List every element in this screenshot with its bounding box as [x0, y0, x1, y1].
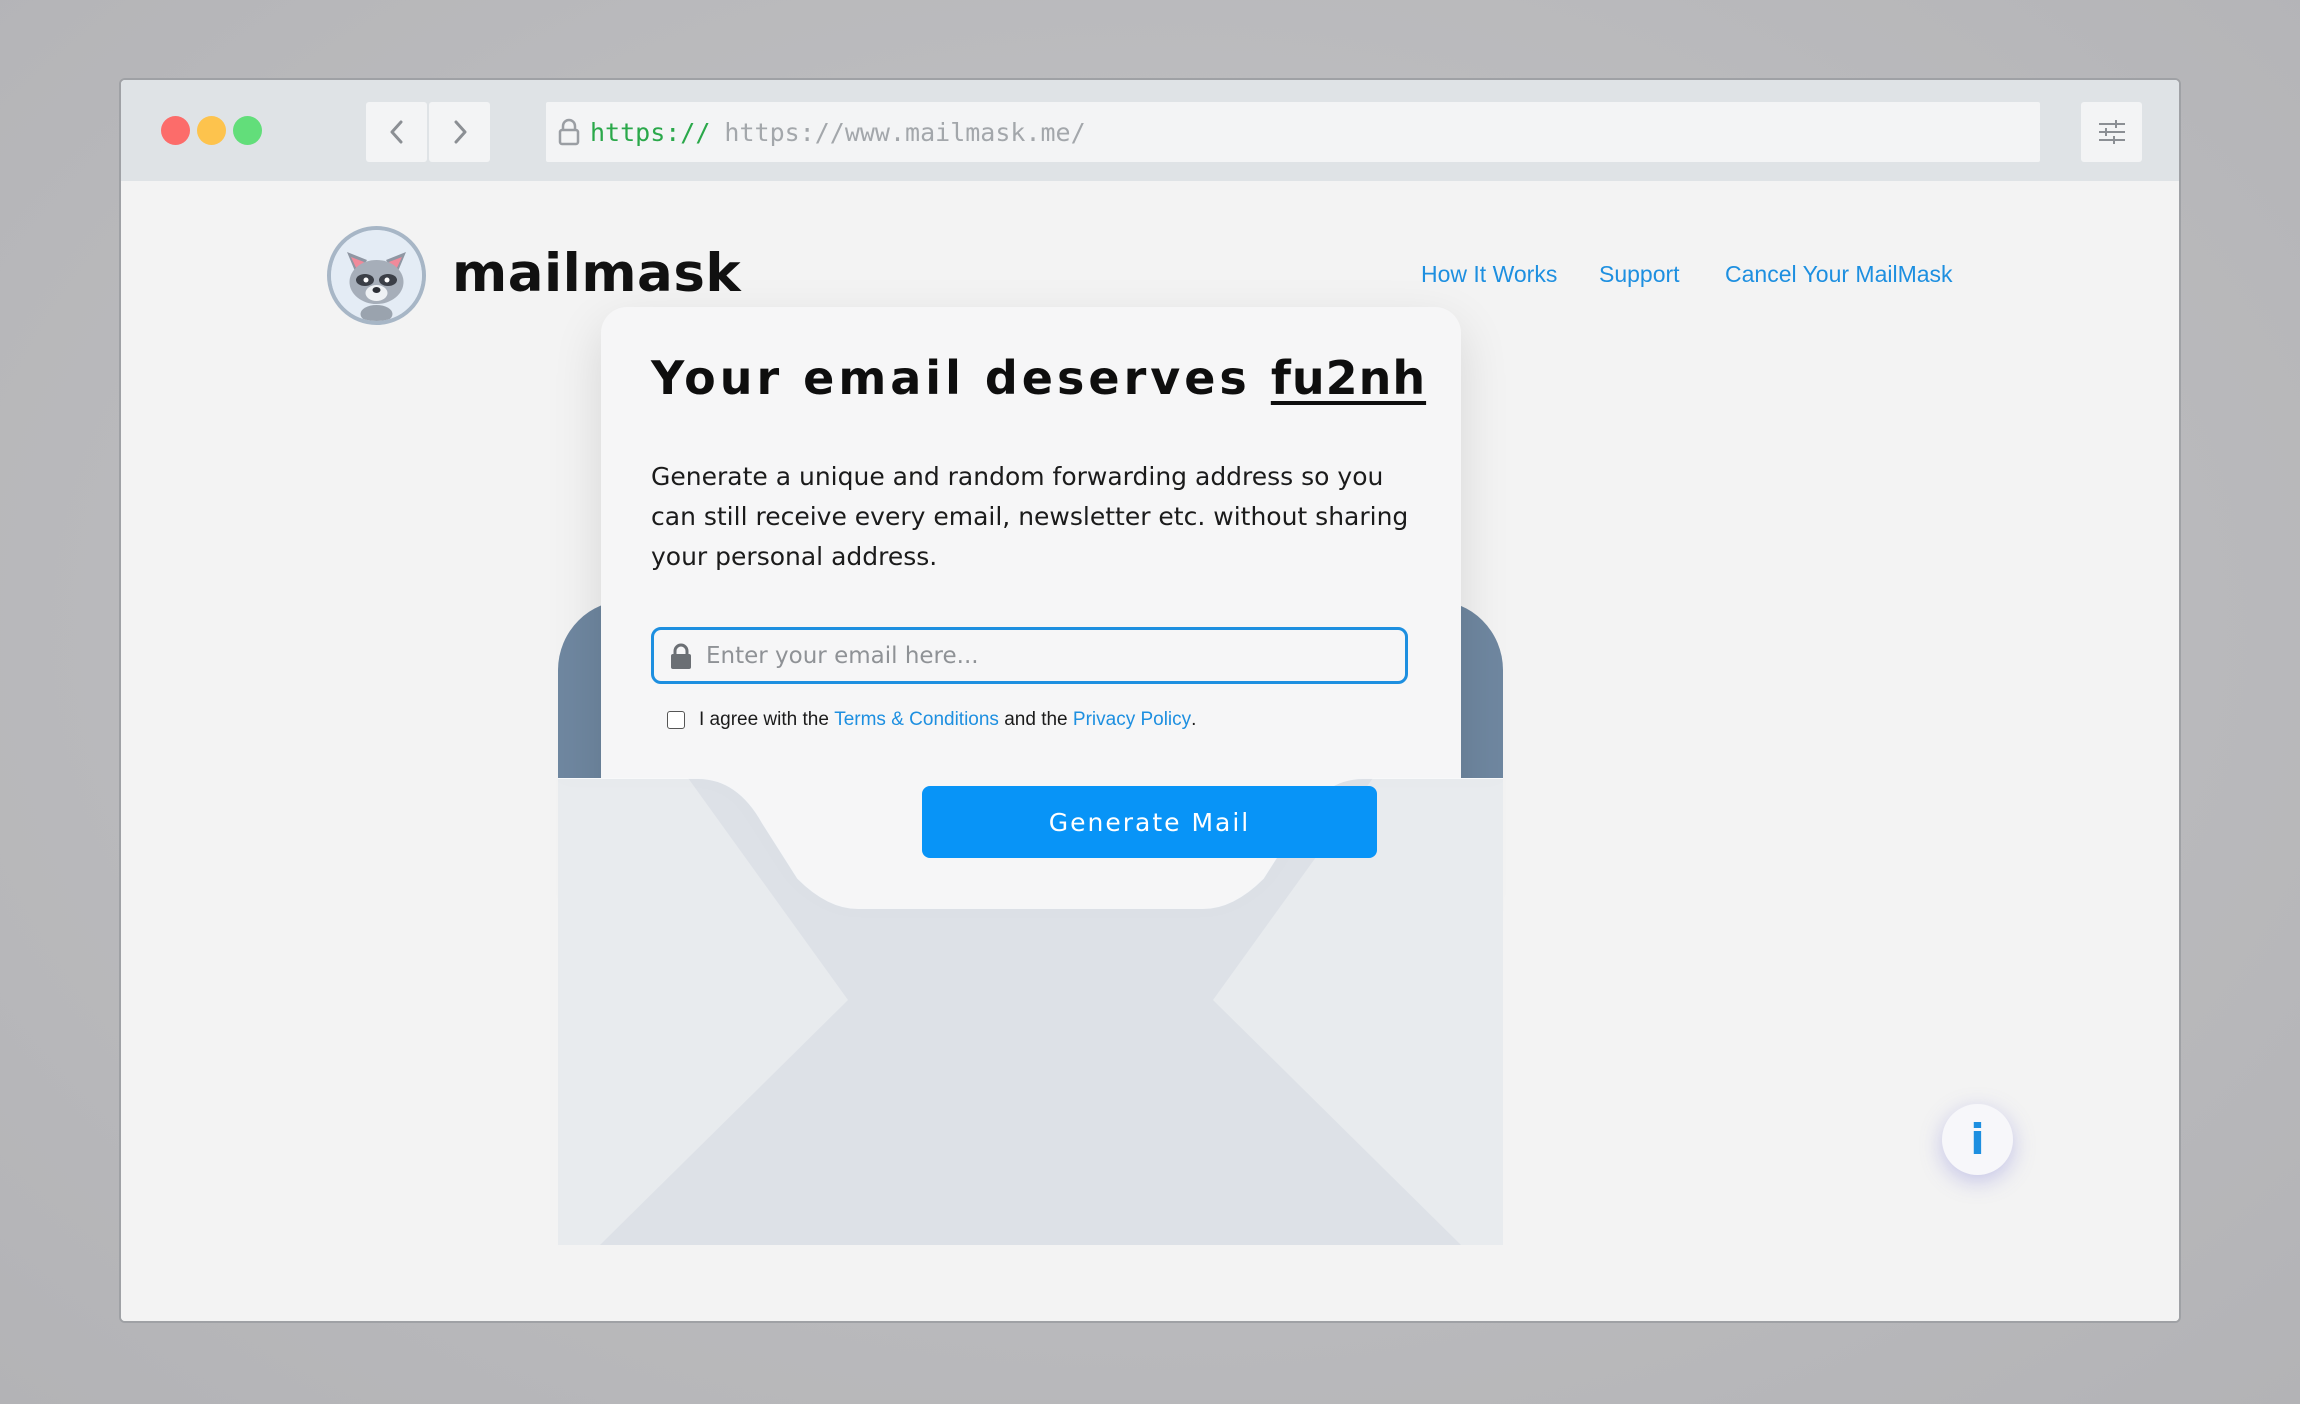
browser-toolbar: https:// https://www.mailmask.me/ — [121, 80, 2179, 181]
agree-suffix: . — [1191, 709, 1197, 730]
email-field[interactable] — [651, 627, 1408, 684]
address-bar[interactable]: https:// https://www.mailmask.me/ — [546, 102, 2040, 162]
nav-support[interactable]: Support — [1599, 261, 1680, 288]
lock-icon — [558, 118, 580, 146]
nav-cancel-mailmask[interactable]: Cancel Your MailMask — [1725, 261, 1953, 288]
close-window-button[interactable] — [161, 116, 190, 145]
chevron-left-icon — [390, 120, 402, 144]
agree-middle: and the — [1004, 709, 1068, 730]
back-button[interactable] — [366, 102, 427, 162]
brand-name[interactable]: mailmask — [452, 243, 741, 304]
agree-prefix: I agree with the — [699, 709, 829, 730]
terms-checkbox[interactable] — [667, 711, 685, 729]
raccoon-logo-icon[interactable] — [327, 226, 426, 325]
email-input[interactable] — [706, 642, 1366, 669]
info-icon: i — [1970, 1115, 1985, 1164]
generate-mail-button[interactable]: Generate Mail — [922, 786, 1377, 858]
url-scheme: https:// — [590, 117, 711, 147]
maximize-window-button[interactable] — [233, 116, 262, 145]
info-button[interactable]: i — [1942, 1104, 2013, 1175]
padlock-icon — [671, 643, 691, 669]
terms-agreement: I agree with the Terms & Conditions and … — [667, 709, 1196, 731]
settings-button[interactable] — [2081, 102, 2142, 162]
headline: Your email deserves fu2nh — [651, 351, 1426, 405]
headline-prefix: Your email deserves — [651, 351, 1251, 405]
chevron-right-icon — [454, 120, 466, 144]
minimize-window-button[interactable] — [197, 116, 226, 145]
nav-how-it-works[interactable]: How It Works — [1421, 261, 1557, 288]
url-text: https://www.mailmask.me/ — [724, 117, 1086, 147]
forward-button[interactable] — [429, 102, 490, 162]
description: Generate a unique and random forwarding … — [651, 462, 1409, 571]
terms-link[interactable]: Terms & Conditions — [834, 709, 999, 731]
privacy-link[interactable]: Privacy Policy — [1073, 709, 1191, 731]
sliders-icon — [2098, 120, 2125, 144]
headline-random-word: fu2nh — [1270, 351, 1427, 405]
